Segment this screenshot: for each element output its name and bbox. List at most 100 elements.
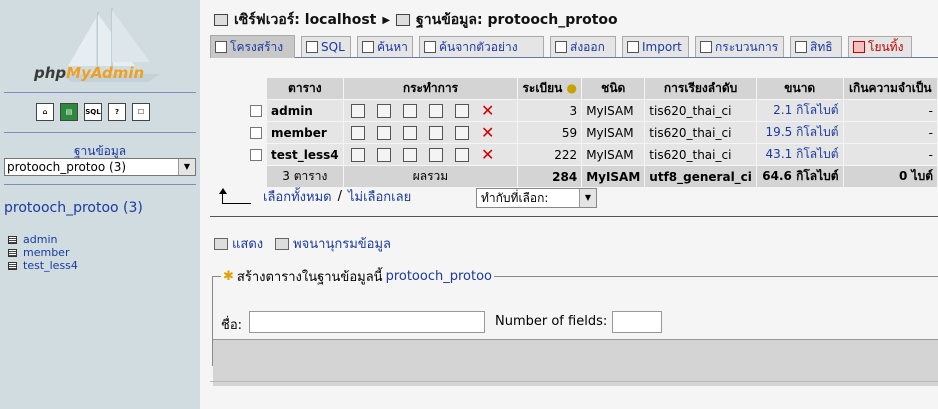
summary-label: ผลรวม <box>343 166 518 187</box>
import-icon <box>627 41 639 53</box>
sql-icon <box>306 41 318 53</box>
phpmyadmin-logo[interactable]: phpMyAdmin <box>34 64 144 82</box>
search-icon[interactable] <box>402 103 417 118</box>
check-all-link[interactable]: เลือกทั้งหมด <box>263 186 332 207</box>
column-header <box>246 78 266 99</box>
records-value: 59 <box>518 122 582 143</box>
actions-cell: ✕ <box>343 144 518 165</box>
insert-icon[interactable] <box>428 103 443 118</box>
docs-icon[interactable]: ? <box>108 103 126 121</box>
tab-search[interactable]: ค้นหา <box>357 36 413 57</box>
search-icon[interactable] <box>402 125 417 140</box>
overhead-value: - <box>843 144 937 165</box>
new-table-icon: ✱ <box>223 269 234 284</box>
summary-table-count: 3 ตาราง <box>267 166 343 187</box>
empty-icon[interactable] <box>454 125 469 140</box>
summary-overhead: 0 ไบต์ <box>843 166 937 187</box>
table-icon[interactable] <box>8 248 17 257</box>
size-link[interactable]: 43.1 กิโลไบต์ <box>756 144 843 165</box>
drop-icon[interactable]: ✕ <box>481 102 495 118</box>
drop-icon[interactable]: ✕ <box>481 146 495 162</box>
database-link[interactable]: ฐานข้อมูล: protooch_protoo <box>416 9 618 31</box>
empty-icon[interactable] <box>454 147 469 162</box>
with-selected-select[interactable]: ทำกับที่เลือก: ▼ <box>476 188 597 208</box>
browse-icon[interactable] <box>350 103 365 118</box>
row-checkbox-cell <box>246 100 266 121</box>
structure-icon[interactable] <box>376 125 391 140</box>
actions-cell: ✕ <box>343 122 518 143</box>
sql-icon[interactable]: SQL <box>84 103 102 121</box>
table-link[interactable]: test_less4 <box>23 259 78 272</box>
help-icon[interactable]: ☐ <box>132 103 150 121</box>
table-icon[interactable] <box>8 235 17 244</box>
structure-icon[interactable] <box>376 103 391 118</box>
server-link[interactable]: เซิร์ฟเวอร์: localhost <box>234 9 376 31</box>
column-header[interactable]: ระเบียน ● <box>518 78 582 99</box>
column-header[interactable]: ตาราง <box>267 78 343 99</box>
chevron-down-icon[interactable]: ▼ <box>178 159 195 175</box>
tab-label: ค้นจากตัวอย่าง <box>439 39 518 54</box>
structure-icon[interactable] <box>376 147 391 162</box>
divider <box>210 381 938 382</box>
row-checkbox[interactable] <box>250 148 262 161</box>
fields-count-input[interactable] <box>612 311 662 333</box>
drop-icon[interactable]: ✕ <box>481 124 495 140</box>
table-name-input[interactable] <box>249 311 485 333</box>
drop-icon <box>853 41 865 53</box>
export-icon <box>555 41 567 53</box>
create-table-form: ✱ สร้างตารางในฐานข้อมูลนี้ protooch_prot… <box>212 266 938 386</box>
breadcrumb: เซิร์ฟเวอร์: localhost ▶ ฐานข้อมูล: prot… <box>214 9 618 31</box>
selection-controls: เลือกทั้งหมด / ไม่เลือกเลย <box>219 186 411 207</box>
size-link[interactable]: 19.5 กิโลไบต์ <box>756 122 843 143</box>
type-value: MyISAM <box>582 144 645 165</box>
browse-icon[interactable] <box>350 125 365 140</box>
tab-label: ค้นหา <box>377 39 408 54</box>
tab-query[interactable]: ค้นจากตัวอย่าง <box>419 36 544 57</box>
tab-bar: โครงสร้าง SQL ค้นหา ค้นจากตัวอย่าง ส่งออ… <box>210 35 938 58</box>
table-list-item[interactable]: member <box>8 246 78 259</box>
table-list-item[interactable]: admin <box>8 233 78 246</box>
tab-import[interactable]: Import <box>622 36 689 57</box>
tab-privileges[interactable]: สิทธิ <box>790 36 842 57</box>
table-name-label: ชื่อ: <box>221 318 243 333</box>
table-link[interactable]: admin <box>23 233 57 246</box>
row-checkbox[interactable] <box>250 104 262 117</box>
print-view-link[interactable]: แสดง <box>214 233 263 254</box>
query-window-icon[interactable]: ▤ <box>60 103 78 121</box>
row-checkbox[interactable] <box>250 126 262 139</box>
tab-label: โครงสร้าง <box>230 39 284 54</box>
empty-icon[interactable] <box>454 103 469 118</box>
home-icon[interactable]: ⌂ <box>36 103 54 121</box>
summary-records: 284 <box>518 166 582 187</box>
uncheck-all-link[interactable]: ไม่เลือกเลย <box>348 186 411 207</box>
browse-icon[interactable] <box>350 147 365 162</box>
search-icon[interactable] <box>402 147 417 162</box>
data-dictionary-link[interactable]: พจนานุกรมข้อมูล <box>275 233 391 254</box>
insert-icon[interactable] <box>428 125 443 140</box>
table-list-item[interactable]: test_less4 <box>8 259 78 272</box>
table-name[interactable]: admin <box>267 100 343 121</box>
summary-type: MyISAM <box>582 166 645 187</box>
insert-icon[interactable] <box>428 147 443 162</box>
tab-export[interactable]: ส่งออก <box>550 36 616 57</box>
help-icon[interactable]: ● <box>562 81 577 95</box>
table-name[interactable]: test_less4 <box>267 144 343 165</box>
column-header[interactable]: เกินความจำเป็น <box>843 78 937 99</box>
table-link[interactable]: member <box>23 246 69 259</box>
tab-drop[interactable]: โยนทิ้ง <box>848 36 912 57</box>
column-header[interactable]: ชนิด <box>582 78 645 99</box>
chevron-down-icon[interactable]: ▼ <box>579 189 596 207</box>
database-title-link[interactable]: protooch_protoo (3) <box>4 200 143 216</box>
column-header[interactable]: การเรียงลำดับ <box>645 78 756 99</box>
tab-structure[interactable]: โครงสร้าง <box>210 35 295 58</box>
operations-icon <box>700 41 712 53</box>
collation-value: tis620_thai_ci <box>645 100 756 121</box>
tab-sql[interactable]: SQL <box>301 36 351 57</box>
column-header[interactable]: ขนาด <box>756 78 843 99</box>
tab-operations[interactable]: กระบวนการ <box>695 36 784 57</box>
table-name[interactable]: member <box>267 122 343 143</box>
table-icon[interactable] <box>8 261 17 270</box>
database-select[interactable]: protooch_protoo (3) ▼ <box>4 158 196 176</box>
size-link[interactable]: 2.1 กิโลไบต์ <box>756 100 843 121</box>
server-icon <box>214 14 228 26</box>
